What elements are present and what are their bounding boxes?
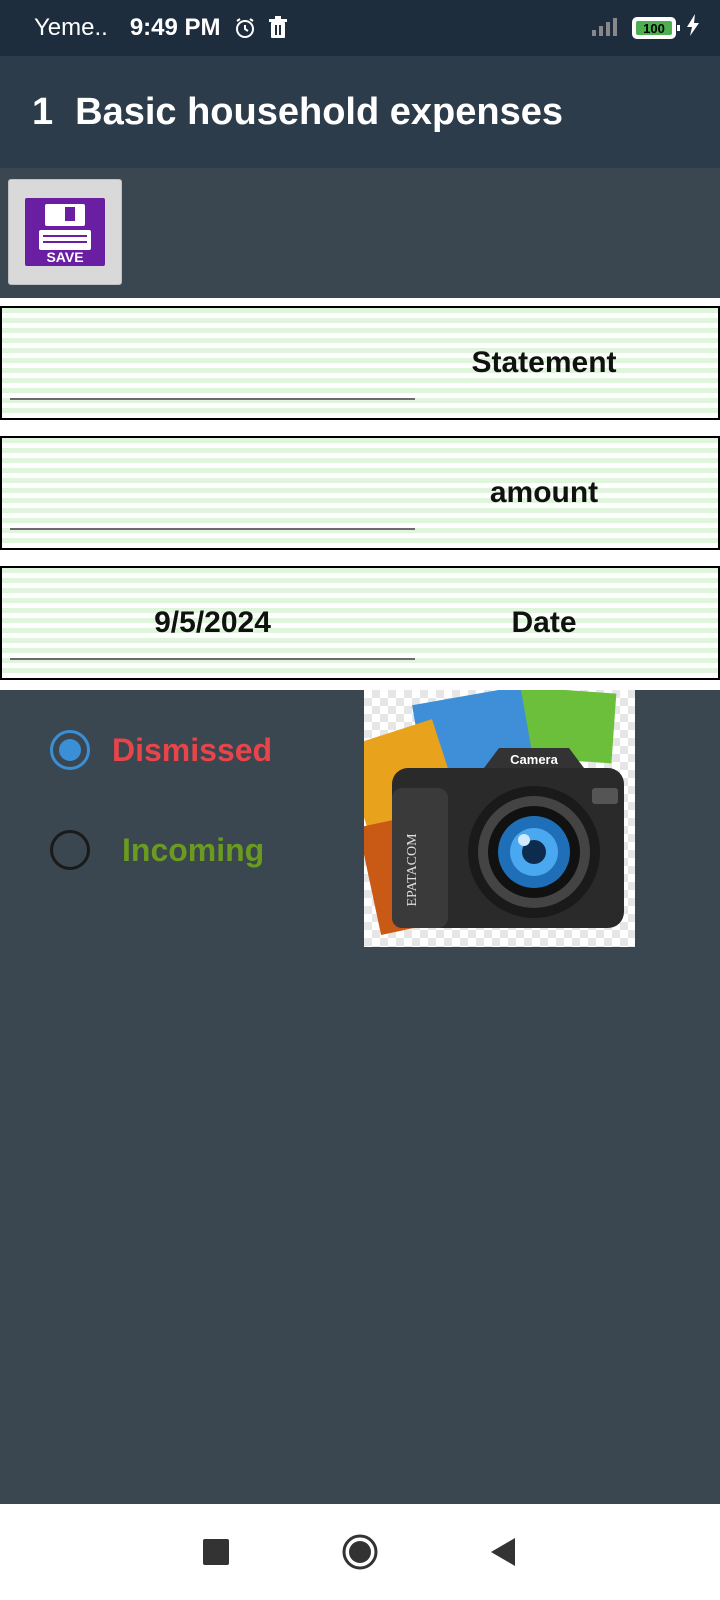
save-button[interactable]: SAVE <box>8 179 122 285</box>
amount-row: amount <box>0 436 720 550</box>
recents-button[interactable] <box>194 1530 238 1574</box>
radio-dismissed-circle[interactable] <box>50 730 90 770</box>
app-title-bar: 1 Basic household expenses <box>0 56 720 168</box>
battery-level: 100 <box>636 21 672 36</box>
camera-brand-label: EPATACOM <box>405 833 420 907</box>
status-right: 100 <box>592 13 700 43</box>
alarm-icon <box>233 16 257 40</box>
radio-dismissed-label: Dismissed <box>112 731 273 768</box>
camera-image-button[interactable]: Camera EPATACOM <box>364 690 635 947</box>
square-icon <box>203 1539 229 1565</box>
record-number: 1 <box>32 90 54 133</box>
amount-label: amount <box>489 476 599 509</box>
carrier-name: Yeme.. <box>34 14 108 41</box>
system-nav-bar <box>0 1504 720 1600</box>
statement-row: Statement <box>0 306 720 420</box>
expense-form: Statement amount Date <box>0 298 720 690</box>
amount-input[interactable] <box>10 458 415 530</box>
trash-icon <box>267 16 289 40</box>
floppy-disk-icon: SAVE <box>25 198 105 266</box>
battery-icon: 100 <box>632 17 680 39</box>
date-input[interactable] <box>10 588 415 660</box>
radio-incoming-label: Incoming <box>122 831 265 868</box>
toolbar: SAVE <box>0 168 720 298</box>
home-button[interactable] <box>338 1530 382 1574</box>
radio-dismissed[interactable]: Dismissed <box>50 720 272 780</box>
camera-icon: Camera EPATACOM <box>364 690 624 936</box>
charging-icon <box>686 13 700 43</box>
back-triangle-icon <box>491 1538 515 1566</box>
page-title: Basic household expenses <box>75 90 563 133</box>
radio-incoming[interactable]: Incoming <box>50 820 272 880</box>
back-button[interactable] <box>482 1530 526 1574</box>
date-row: Date <box>0 566 720 680</box>
date-label: Date <box>511 606 577 639</box>
status-bar: Yeme.. 9:49 PM 100 <box>0 0 720 56</box>
statement-label: Statement <box>471 346 617 379</box>
radio-incoming-circle[interactable] <box>50 830 90 870</box>
circle-icon <box>342 1534 378 1570</box>
statement-input[interactable] <box>10 328 415 400</box>
signal-icon <box>592 14 622 43</box>
transaction-type-group: Dismissed Incoming <box>50 720 272 920</box>
camera-top-label: Camera <box>510 752 558 767</box>
save-label: SAVE <box>46 249 83 265</box>
status-time: 9:49 PM <box>129 14 221 41</box>
